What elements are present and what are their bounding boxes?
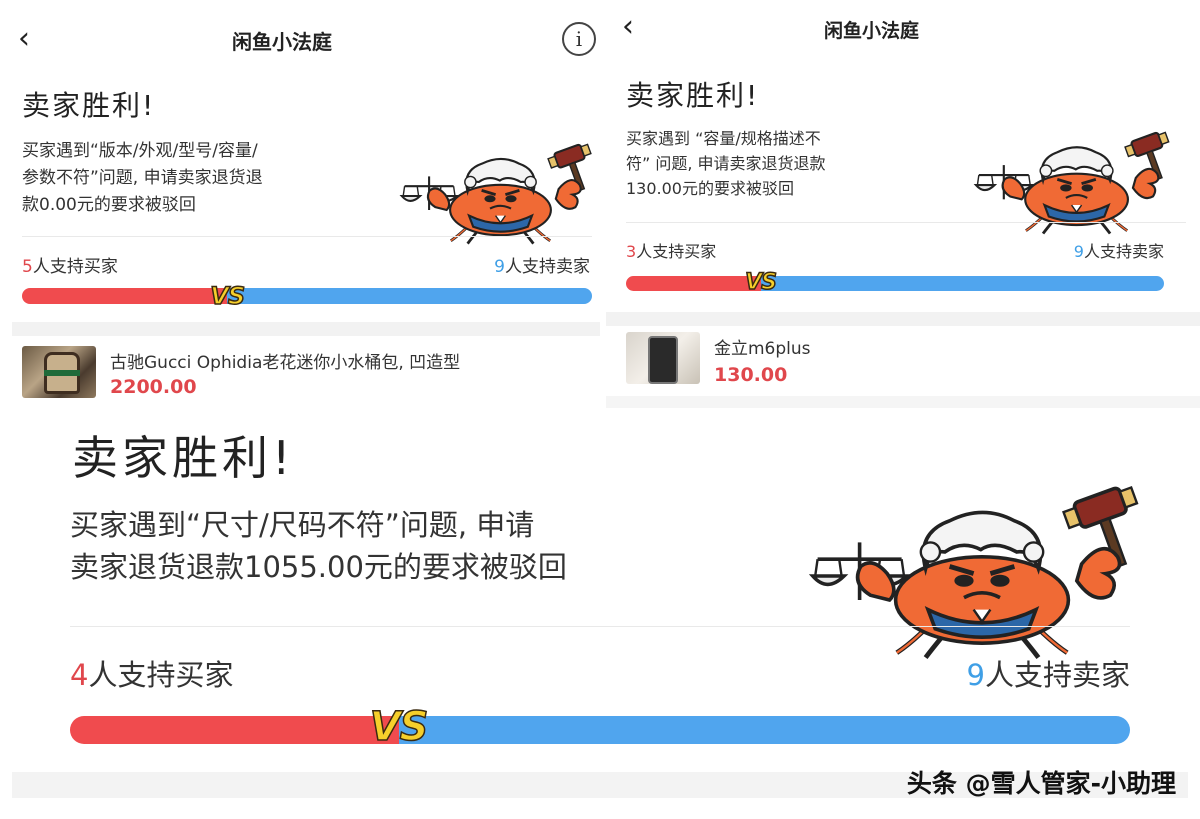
seller-count-number: 9 — [1073, 242, 1084, 261]
description-line: 买家遇到 “容量/规格描述不 — [626, 129, 821, 148]
section-gap — [12, 322, 600, 336]
product-price: 130.00 — [714, 364, 788, 386]
verdict-description: 买家遇到 “容量/规格描述不 符” 问题, 申请卖家退货退款 130.00元的要… — [626, 126, 826, 201]
seller-count-number: 9 — [966, 658, 985, 692]
seller-support-count: 9人支持卖家 — [967, 652, 1130, 694]
buyer-support-count: 5人支持买家 — [22, 252, 118, 277]
description-line: 款0.00元的要求被驳回 — [22, 195, 196, 215]
vs-badge: VS — [744, 269, 777, 296]
section-gap — [606, 396, 1200, 408]
seller-vote-bar — [227, 288, 592, 304]
verdict-card-1: ‹ 闲鱼小法庭 i 卖家胜利! 买家遇到“版本/外观/型号/容量/ 参数不符”问… — [0, 0, 600, 408]
buyer-count-number: 5 — [22, 257, 33, 277]
description-line: 符” 问题, 申请卖家退货退款 — [626, 154, 826, 173]
product-title[interactable]: 金立m6plus — [714, 334, 811, 359]
chevron-left-icon[interactable]: ‹ — [622, 12, 634, 42]
vs-badge: VS — [210, 281, 246, 311]
divider — [22, 236, 592, 237]
crab-judge-icon — [796, 480, 1156, 660]
description-line: 买家遇到“版本/外观/型号/容量/ — [22, 141, 258, 161]
verdict-heading: 卖家胜利! — [22, 89, 156, 122]
verdict-heading: 卖家胜利! — [72, 431, 295, 485]
seller-count-number: 9 — [494, 257, 505, 277]
crab-judge-icon — [966, 128, 1180, 235]
verdict-description: 买家遇到“尺寸/尺码不符”问题, 申请 卖家退货退款1055.00元的要求被驳回 — [70, 504, 567, 588]
seller-support-count: 9人支持卖家 — [1074, 238, 1164, 262]
verdict-heading: 卖家胜利! — [626, 79, 760, 112]
crab-judge-icon — [392, 140, 600, 245]
product-thumbnail[interactable] — [626, 332, 700, 384]
divider — [626, 222, 1186, 223]
description-line: 参数不符”问题, 申请卖家退货退 — [22, 168, 263, 188]
seller-support-count: 9人支持卖家 — [494, 252, 590, 277]
buyer-count-number: 3 — [626, 242, 637, 261]
info-circle-icon[interactable]: i — [562, 22, 596, 56]
product-price: 2200.00 — [110, 376, 197, 398]
divider — [70, 626, 1130, 627]
seller-count-label: 人支持卖家 — [505, 257, 590, 277]
page-title: 闲鱼小法庭 — [232, 30, 332, 54]
vs-badge: VS — [369, 703, 429, 751]
watermark-text: 头条 @雪人管家-小助理 — [906, 769, 1176, 798]
buyer-count-label: 人支持买家 — [88, 658, 234, 692]
vote-bar: VS — [22, 281, 592, 311]
verdict-description: 买家遇到“版本/外观/型号/容量/ 参数不符”问题, 申请卖家退货退 款0.00… — [22, 138, 263, 219]
buyer-support-count: 3人支持买家 — [626, 238, 716, 262]
product-title[interactable]: 古驰Gucci Ophidia老花迷你小水桶包, 凹造型 — [110, 348, 460, 373]
buyer-vote-bar — [70, 716, 399, 744]
verdict-card-3: 卖家胜利! 买家遇到“尺寸/尺码不符”问题, 申请 卖家退货退款1055.00元… — [0, 408, 1200, 819]
description-line: 买家遇到“尺寸/尺码不符”问题, 申请 — [70, 508, 535, 542]
buyer-vote-bar — [626, 276, 761, 291]
seller-vote-bar — [398, 716, 1130, 744]
product-thumbnail[interactable] — [22, 346, 96, 398]
seller-vote-bar — [760, 276, 1164, 291]
seller-count-label: 人支持卖家 — [1083, 242, 1164, 261]
vote-bar: VS — [626, 269, 1164, 296]
section-gap — [606, 312, 1200, 326]
description-line: 卖家退货退款1055.00元的要求被驳回 — [70, 550, 567, 584]
seller-count-label: 人支持卖家 — [984, 658, 1130, 692]
chevron-left-icon[interactable]: ‹ — [18, 24, 30, 54]
page-title: 闲鱼小法庭 — [824, 20, 920, 42]
buyer-count-label: 人支持买家 — [32, 257, 118, 277]
description-line: 130.00元的要求被驳回 — [626, 179, 794, 198]
buyer-vote-bar — [22, 288, 228, 304]
buyer-count-number: 4 — [70, 658, 89, 692]
buyer-support-count: 4人支持买家 — [70, 652, 233, 694]
verdict-card-2: ‹ 闲鱼小法庭 卖家胜利! 买家遇到 “容量/规格描述不 符” 问题, 申请卖家… — [606, 0, 1200, 408]
vote-bar: VS — [70, 703, 1130, 751]
buyer-count-label: 人支持买家 — [636, 242, 717, 261]
